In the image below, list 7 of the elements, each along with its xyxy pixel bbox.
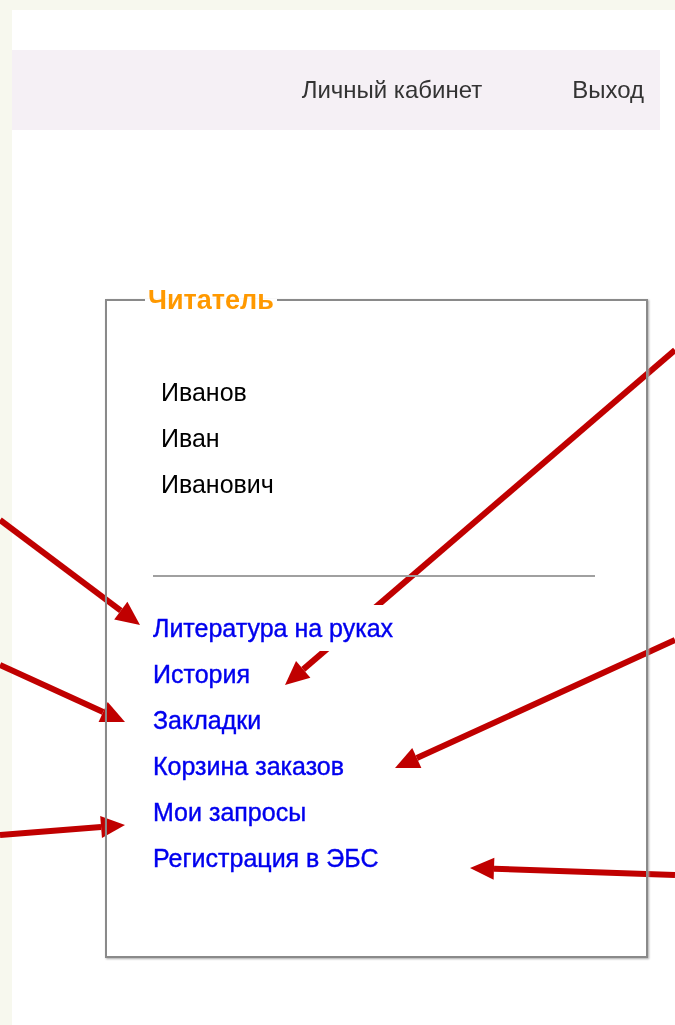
- panel-link[interactable]: Литература на руках: [153, 604, 394, 651]
- reader-name-line: Иван: [161, 422, 220, 454]
- reader-name-line: Иванов: [161, 376, 247, 408]
- header-link[interactable]: Выход: [572, 72, 644, 108]
- panel-legend: Читатель: [145, 280, 277, 321]
- reader-name-line: Иванович: [161, 468, 274, 500]
- header-link[interactable]: Личный кабинет: [301, 72, 483, 108]
